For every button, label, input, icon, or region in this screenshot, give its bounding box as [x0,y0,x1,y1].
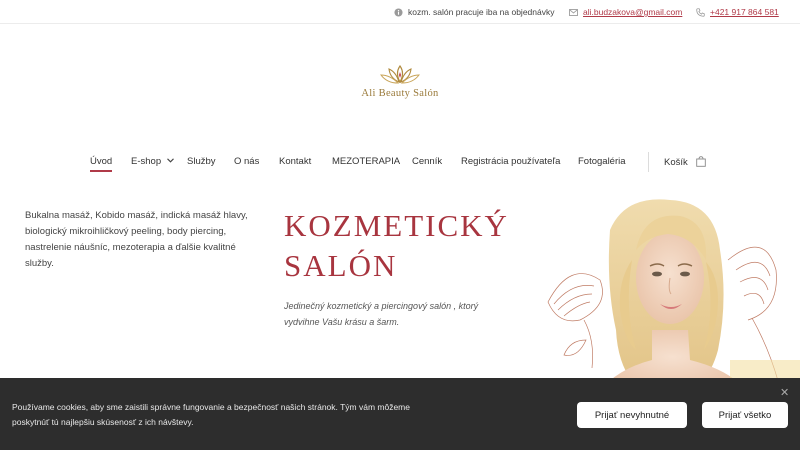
nav-divider [648,152,649,172]
nav-item-eshop[interactable]: E-shop [131,156,174,167]
info-icon [394,7,403,17]
hero-subtitle: Jedinečný kozmetický a piercingový salón… [284,301,479,327]
email-item[interactable]: ali.budzakova@gmail.com [569,7,682,17]
chevron-down-icon [166,158,174,163]
hero-title: KOZMETICKÝ SALÓN [284,206,509,286]
phone-item[interactable]: +421 917 864 581 [696,7,779,17]
lotus-icon [379,64,421,84]
hero-title-line-2: SALÓN [284,248,398,283]
logo-text: Ali Beauty Salón [361,88,439,99]
notice-text: kozm. salón pracuje iba na objednávky [408,7,555,17]
nav-item-fotogaleria[interactable]: Fotogaléria [578,156,626,167]
cart-button[interactable]: Košík [664,156,707,168]
nav-item-sluzby[interactable]: Služby [187,156,216,167]
site-logo[interactable]: Ali Beauty Salón [340,64,460,106]
accept-all-button[interactable]: Prijať všetko [702,402,788,428]
hero-portrait-image [547,199,800,390]
phone-link[interactable]: +421 917 864 581 [710,7,779,17]
nav-item-o-nas[interactable]: O nás [234,156,259,167]
nav-item-cennik[interactable]: Cenník [412,156,442,167]
hero-title-line-1: KOZMETICKÝ [284,208,509,243]
main-navigation: Úvod E-shop Služby O nás Kontakt MEZOTER… [0,152,800,174]
shopping-bag-icon [696,156,707,167]
nav-item-mezoterapia[interactable]: MEZOTERAPIA [332,156,400,167]
services-description: Bukalna masáž, Kobido masáž, indická mas… [25,210,248,269]
accept-necessary-button[interactable]: Prijať nevyhnutné [577,402,687,428]
nav-item-uvod[interactable]: Úvod [90,156,113,172]
cookie-consent-bar: ✕ Používame cookies, aby sme zaistili sp… [0,378,800,450]
notice-item: kozm. salón pracuje iba na objednávky [394,7,554,17]
mail-icon [569,8,578,16]
nav-item-registracia[interactable]: Registrácia používateľa [461,156,560,167]
cart-label: Košík [664,157,688,168]
nav-item-eshop-label: E-shop [131,156,162,167]
phone-icon [696,7,705,17]
email-link[interactable]: ali.budzakova@gmail.com [583,7,682,17]
cookie-consent-text: Používame cookies, aby sme zaistili sprá… [12,402,410,427]
top-contact-bar: kozm. salón pracuje iba na objednávky al… [0,0,800,24]
nav-item-kontakt[interactable]: Kontakt [279,156,311,167]
close-icon[interactable]: ✕ [780,386,789,399]
